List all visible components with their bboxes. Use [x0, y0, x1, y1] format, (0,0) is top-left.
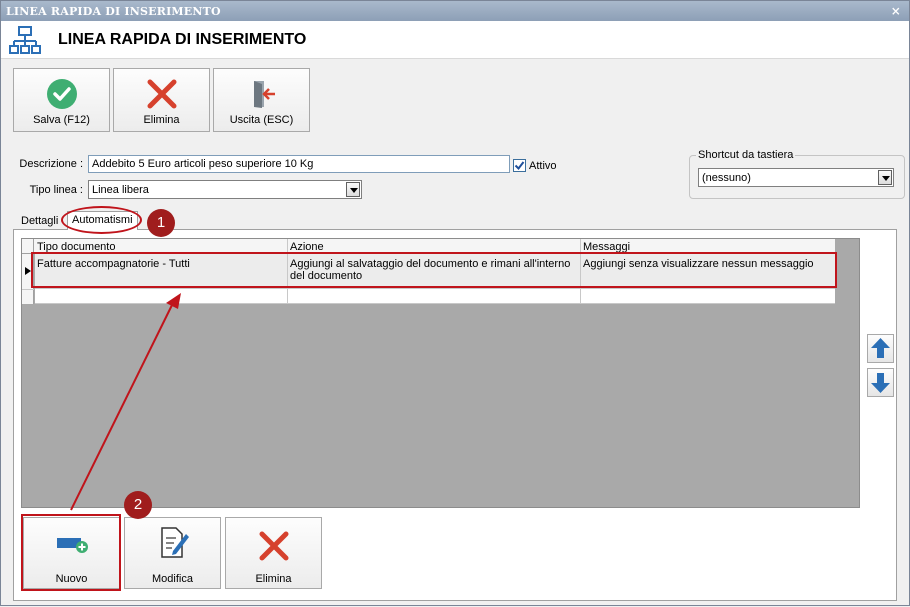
highlight-tab-annotation [61, 206, 142, 234]
shortcut-select[interactable]: (nessuno) [698, 168, 894, 187]
delete-button[interactable]: Elimina [113, 68, 210, 132]
tipo-linea-select[interactable]: Linea libera [88, 180, 362, 199]
tipo-linea-value: Linea libera [92, 184, 149, 196]
new-row[interactable] [35, 289, 835, 304]
page-header: LINEA RAPIDA DI INSERIMENTO [1, 21, 909, 59]
save-button[interactable]: Salva (F12) [13, 68, 110, 132]
edit-button[interactable]: Modifica [124, 517, 221, 589]
highlight-row-annotation [31, 252, 837, 288]
step-badge-2: 2 [124, 491, 152, 519]
checkmark-icon [46, 79, 77, 109]
attivo-label: Attivo [529, 160, 557, 172]
exit-button-label: Uscita (ESC) [229, 114, 294, 126]
exit-door-icon [253, 81, 275, 108]
step-badge-1: 1 [147, 209, 175, 237]
chevron-down-icon[interactable] [878, 170, 892, 185]
shortcut-groupbox: Shortcut da tastiera (nessuno) [689, 149, 905, 199]
delete-row-button-label: Elimina [255, 573, 292, 585]
edit-document-icon [160, 527, 189, 558]
descrizione-label: Descrizione : [19, 158, 83, 170]
attivo-checkbox[interactable] [513, 159, 526, 172]
shortcut-group-title: Shortcut da tastiera [696, 149, 796, 161]
delete-button-label: Elimina [143, 114, 180, 126]
title-bar: LINEA RAPIDA DI INSERIMENTO × [1, 1, 909, 21]
tab-dettagli[interactable]: Dettagli [17, 213, 62, 229]
dialog-window: LINEA RAPIDA DI INSERIMENTO × LINEA RAPI… [0, 0, 910, 606]
descrizione-field[interactable]: Addebito 5 Euro articoli peso superiore … [88, 155, 510, 173]
tipo-linea-label: Tipo linea : [29, 184, 83, 196]
arrow-up-icon [871, 338, 890, 358]
move-down-button[interactable] [867, 368, 894, 397]
edit-button-label: Modifica [152, 573, 193, 585]
window-title: LINEA RAPIDA DI INSERIMENTO [6, 5, 221, 18]
close-icon[interactable]: × [891, 4, 901, 18]
move-up-button[interactable] [867, 334, 894, 363]
sitemap-icon [9, 26, 41, 59]
delete-x-icon [147, 79, 176, 109]
chevron-down-icon[interactable] [346, 182, 360, 197]
delete-row-button[interactable]: Elimina [225, 517, 322, 589]
highlight-new-button-annotation [21, 514, 121, 591]
save-button-label: Salva (F12) [33, 114, 90, 126]
arrow-down-icon [871, 373, 890, 393]
page-title: LINEA RAPIDA DI INSERIMENTO [58, 31, 307, 48]
check-icon [514, 161, 525, 171]
shortcut-value: (nessuno) [702, 172, 751, 184]
delete-x-icon [259, 531, 288, 561]
exit-button[interactable]: Uscita (ESC) [213, 68, 310, 132]
